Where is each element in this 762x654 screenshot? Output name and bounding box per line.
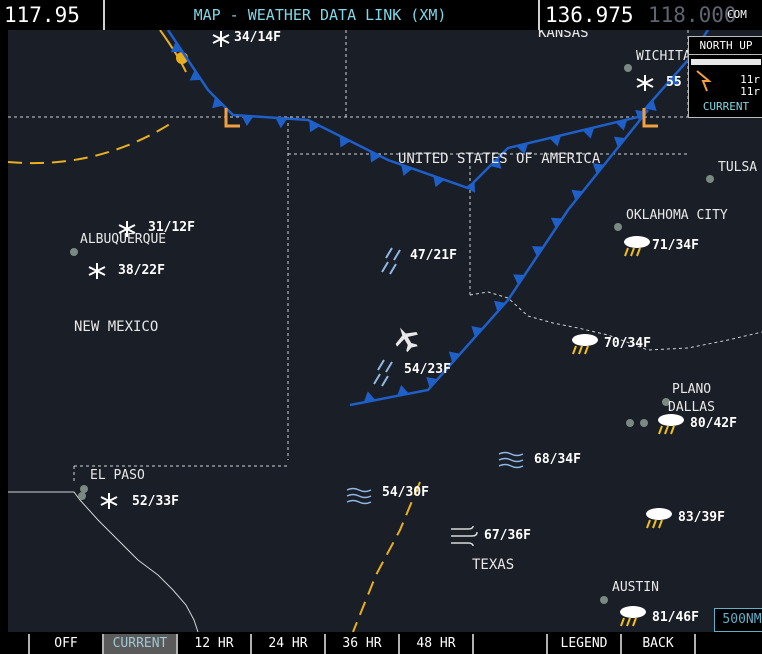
softkey-bar: OFF CURRENT 12 HR 24 HR 36 HR 48 HR LEGE… <box>0 632 762 654</box>
map-range[interactable]: 500NM <box>714 608 762 632</box>
weather-temp: 52/33F <box>132 494 179 509</box>
weather-map[interactable]: NEW MEXICO TEXAS KANSAS UNITED STATES OF… <box>8 30 762 632</box>
softkey-24hr[interactable]: 24 HR <box>250 634 324 654</box>
softkey-36hr[interactable]: 36 HR <box>324 634 398 654</box>
country-label: UNITED STATES OF AMERICA <box>398 151 601 167</box>
city-dot[interactable] <box>624 64 632 72</box>
inset-status: CURRENT <box>702 100 750 113</box>
state-label-new-mexico: NEW MEXICO <box>74 319 159 335</box>
top-divider <box>538 0 540 30</box>
inset-bar <box>691 59 761 65</box>
weather-temp: 54/30F <box>382 485 429 500</box>
map-orientation-inset: NORTH UP 11r 11r CURRENT <box>688 36 762 118</box>
active-com-frequency[interactable]: 136.975 <box>545 0 634 30</box>
state-label-texas: TEXAS <box>472 557 515 573</box>
softkey-blank[interactable] <box>694 634 762 654</box>
city-label-el-paso: EL PASO <box>90 468 145 483</box>
city-label-oklahoma-city: OKLAHOMA CITY <box>626 208 728 223</box>
weather-temp: 31/12F <box>148 220 195 235</box>
weather-temp: 34/14F <box>234 30 281 45</box>
city-dot[interactable] <box>626 419 634 427</box>
top-bar: 117.95 MAP - WEATHER DATA LINK (XM) 136.… <box>0 0 762 30</box>
weather-temp: 67/36F <box>484 528 531 543</box>
city-dot[interactable] <box>706 175 714 183</box>
boundary-lines <box>8 121 421 632</box>
city-dot[interactable] <box>78 492 86 500</box>
softkey-current[interactable]: CURRENT <box>102 634 176 654</box>
weather-temp: 38/22F <box>118 263 165 278</box>
weather-temp: 80/42F <box>690 416 737 431</box>
city-label-plano: PLANO <box>672 382 712 397</box>
city-dot[interactable] <box>614 223 622 231</box>
city-dot[interactable] <box>600 596 608 604</box>
softkey-blank[interactable] <box>472 634 546 654</box>
weather-product-icon <box>696 70 712 92</box>
softkey-48hr[interactable]: 48 HR <box>398 634 472 654</box>
city-label-wichita: WICHITA <box>636 49 691 64</box>
country-border <box>8 491 199 632</box>
front-triangle <box>275 117 288 129</box>
weather-temp: 54/23F <box>404 362 451 377</box>
weather-temp: 47/21F <box>410 248 457 263</box>
standby-com-frequency[interactable]: 118.000 <box>648 0 737 30</box>
com-label: COM <box>727 8 747 21</box>
softkey-12hr[interactable]: 12 HR <box>176 634 250 654</box>
softkey-back[interactable]: BACK <box>620 634 694 654</box>
weather-temp: 71/34F <box>652 238 699 253</box>
weather-temp: 55 <box>666 75 682 90</box>
orientation-label[interactable]: NORTH UP <box>689 37 762 55</box>
city-dot[interactable] <box>70 248 78 256</box>
weather-temp: 81/46F <box>652 610 699 625</box>
inset-value-2: 11r <box>740 85 760 98</box>
state-label-kansas: KANSAS <box>538 30 589 41</box>
left-frequency[interactable]: 117.95 <box>4 0 80 30</box>
page-title: MAP - WEATHER DATA LINK (XM) <box>193 6 447 24</box>
weather-temp: 70/34F <box>604 336 651 351</box>
front-triangle <box>241 115 254 126</box>
weather-temp: 68/34F <box>534 452 581 467</box>
city-label-austin: AUSTIN <box>612 580 659 595</box>
weather-temp: 83/39F <box>678 510 725 525</box>
softkey-legend[interactable]: LEGEND <box>546 634 620 654</box>
city-dot[interactable] <box>640 419 648 427</box>
softkey-off[interactable]: OFF <box>28 634 102 654</box>
city-label-tulsa: TULSA <box>718 160 758 175</box>
